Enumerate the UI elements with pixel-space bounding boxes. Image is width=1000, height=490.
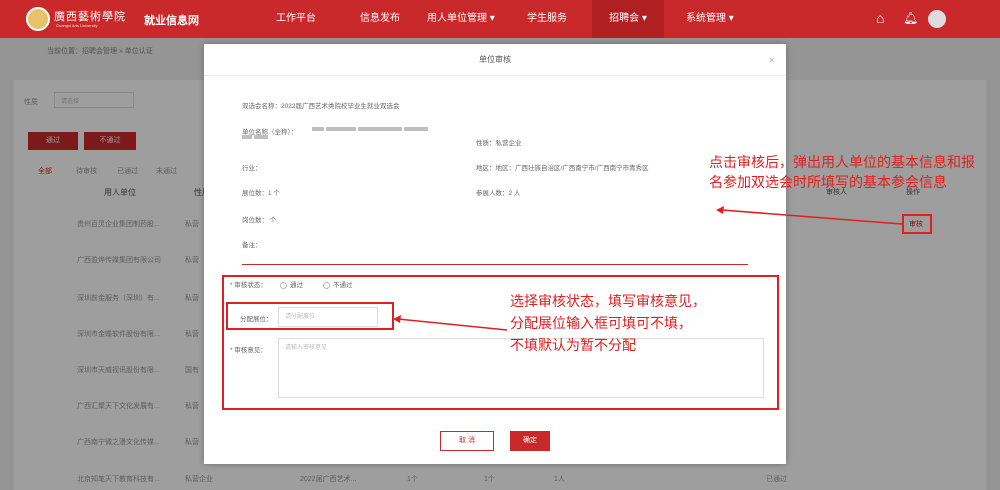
- annotation-note-2: 不填默认为暂不分配: [510, 337, 636, 353]
- annotation-note-1: 名参加双选会时所填写的基本参会信息: [709, 174, 947, 190]
- arrow-line: [721, 209, 903, 225]
- arrow-head: [716, 206, 724, 214]
- annotation-note-2: 选择审核状态，填写审核意见，: [510, 293, 706, 309]
- annotation-arrows: [393, 206, 903, 331]
- annotation-note-1: 点击审核后，弹出用人单位的基本信息和报: [709, 154, 975, 170]
- arrow-head: [393, 315, 401, 323]
- annotation-note-2: 分配展位输入框可填可不填，: [510, 315, 692, 331]
- arrow-line: [397, 318, 508, 331]
